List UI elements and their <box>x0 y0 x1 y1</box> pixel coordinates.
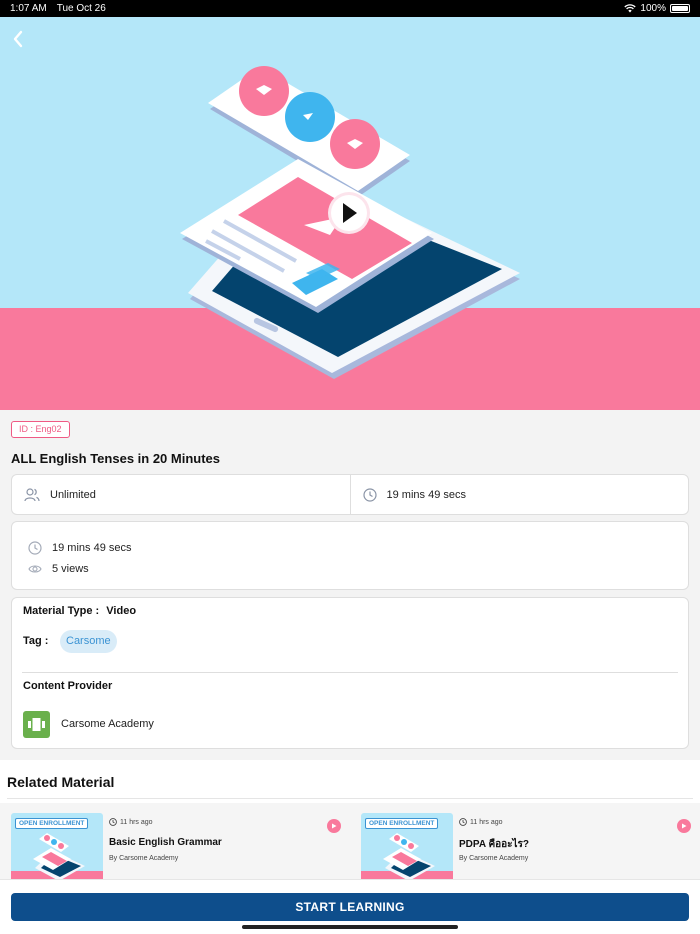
battery-percent: 100% <box>640 3 666 14</box>
related-item-title: Basic English Grammar <box>109 837 222 848</box>
play-button[interactable] <box>327 819 341 833</box>
material-type: Material Type : Video <box>23 605 136 617</box>
play-button[interactable] <box>677 819 691 833</box>
seats-stat: Unlimited <box>12 475 350 514</box>
related-card[interactable]: OPEN ENROLLMENT 11 hrs ago Basic English… <box>11 813 341 883</box>
wifi-icon <box>624 4 637 13</box>
divider <box>7 798 693 799</box>
status-time: 1:07 AM <box>10 3 47 14</box>
related-thumbnail: OPEN ENROLLMENT <box>361 813 453 883</box>
related-thumbnail: OPEN ENROLLMENT <box>11 813 103 883</box>
info-views-row: 5 views <box>28 558 672 579</box>
enrollment-badge: OPEN ENROLLMENT <box>365 818 439 829</box>
course-info-card: 19 mins 49 secs 5 views <box>11 521 689 590</box>
views-value: 5 views <box>52 562 89 575</box>
related-time: 11 hrs ago <box>109 818 153 826</box>
info-duration-row: 19 mins 49 secs <box>28 537 672 558</box>
clock-icon <box>459 818 467 826</box>
status-date: Tue Oct 26 <box>56 3 106 14</box>
course-detail-screen: 1:07 AM Tue Oct 26 100% ID: Eng02 ALL E… <box>0 0 700 934</box>
back-chevron-icon <box>13 30 23 48</box>
back-button[interactable] <box>12 30 38 56</box>
users-icon <box>24 487 40 501</box>
tag-chip[interactable]: Carsome <box>60 630 117 653</box>
related-time-text: 11 hrs ago <box>470 818 503 826</box>
battery-icon <box>670 4 690 13</box>
course-stats-card: Unlimited 19 mins 49 secs <box>11 474 689 515</box>
home-indicator[interactable] <box>242 925 458 929</box>
start-learning-button[interactable]: START LEARNING <box>11 893 689 921</box>
related-title: Related Material <box>7 774 115 790</box>
duration-value: 19 mins 49 secs <box>386 488 466 501</box>
course-title: ALL English Tenses in 20 Minutes <box>11 451 221 466</box>
duration-stat: 19 mins 49 secs <box>349 475 689 514</box>
content-provider-label: Content Provider <box>23 680 113 692</box>
hero-illustration <box>0 17 700 410</box>
course-detail-card: Material Type : Video Tag : Carsome Cont… <box>11 597 689 749</box>
clock-icon <box>109 818 117 826</box>
bottom-action-bar: START LEARNING <box>0 879 700 934</box>
play-icon <box>682 823 687 829</box>
info-duration-value: 19 mins 49 secs <box>52 541 132 554</box>
related-item-author: By Carsome Academy <box>109 855 179 862</box>
play-icon <box>332 823 337 829</box>
tag-label: Tag : <box>23 635 49 647</box>
related-time-text: 11 hrs ago <box>120 818 153 826</box>
provider-name[interactable]: Carsome Academy <box>61 718 154 730</box>
related-item-title: PDPA คืออะไร? <box>459 839 530 850</box>
material-type-value: Video <box>106 605 137 617</box>
status-bar: 1:07 AM Tue Oct 26 100% <box>0 0 700 17</box>
related-item-author: By Carsome Academy <box>459 855 529 862</box>
related-card[interactable]: OPEN ENROLLMENT 11 hrs ago PDPA คืออะไร?… <box>361 813 691 883</box>
clock-icon <box>362 487 377 502</box>
material-type-label: Material Type : <box>23 605 100 617</box>
related-time: 11 hrs ago <box>459 818 503 826</box>
tablet-illustration <box>180 66 520 379</box>
seats-value: Unlimited <box>50 488 96 501</box>
enrollment-badge: OPEN ENROLLMENT <box>15 818 89 829</box>
course-id-badge: ID : Eng02 <box>11 421 70 438</box>
clock-icon <box>28 540 42 555</box>
eye-icon <box>28 564 42 573</box>
provider-logo-icon <box>23 711 50 738</box>
divider <box>22 672 678 673</box>
